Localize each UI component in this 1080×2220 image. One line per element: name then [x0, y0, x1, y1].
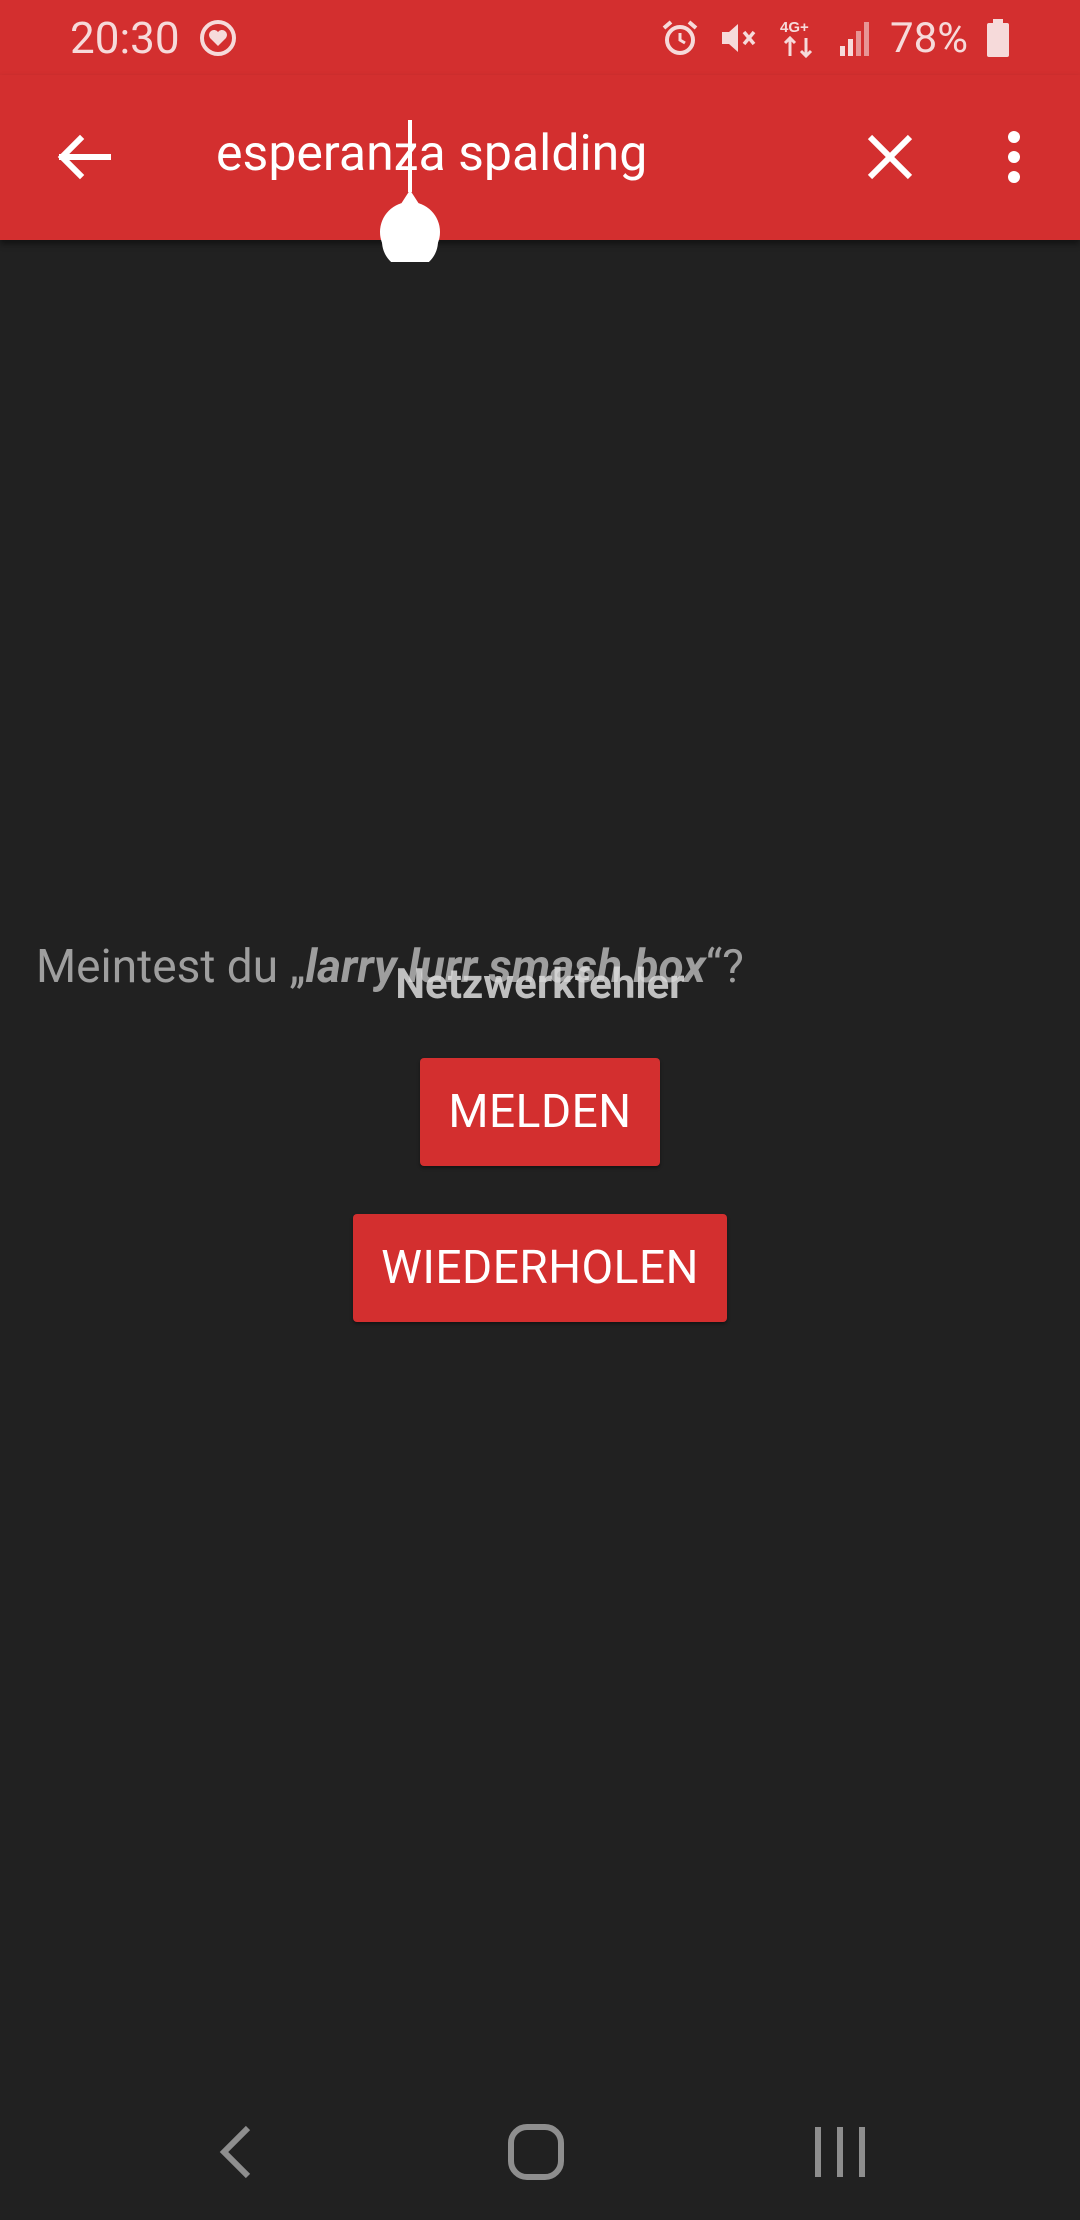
text-cursor	[408, 120, 412, 192]
status-bar: 20:30 4G+ 78%	[0, 0, 1080, 75]
nav-back-icon[interactable]	[210, 2122, 266, 2182]
retry-button[interactable]: WIEDERHOLEN	[353, 1214, 727, 1322]
close-icon[interactable]	[862, 127, 918, 187]
search-toolbar: esperanza spalding	[0, 75, 1080, 240]
search-input[interactable]: esperanza spalding	[216, 119, 647, 189]
error-title: Netzwerkfehler	[395, 960, 685, 1009]
svg-text:4G+: 4G+	[780, 19, 809, 36]
status-icons: 4G+ 78%	[660, 8, 1010, 68]
signal-icon	[840, 22, 870, 56]
system-nav-bar	[0, 2080, 1080, 2220]
heart-circle-icon	[198, 18, 238, 58]
battery-icon	[987, 19, 1009, 57]
nav-home-icon[interactable]	[506, 2122, 566, 2182]
status-time: 20:30	[70, 12, 180, 64]
nav-recents-icon[interactable]	[808, 2122, 872, 2182]
arrow-back-icon[interactable]	[50, 127, 120, 187]
4g-data-icon: 4G+	[780, 19, 813, 59]
report-button[interactable]: MELDEN	[420, 1058, 660, 1166]
alarm-icon	[662, 20, 698, 55]
more-vert-icon[interactable]	[996, 127, 1032, 187]
battery-percent: 78%	[890, 13, 968, 63]
cursor-handle-icon[interactable]	[380, 190, 440, 270]
mute-icon	[722, 24, 756, 52]
